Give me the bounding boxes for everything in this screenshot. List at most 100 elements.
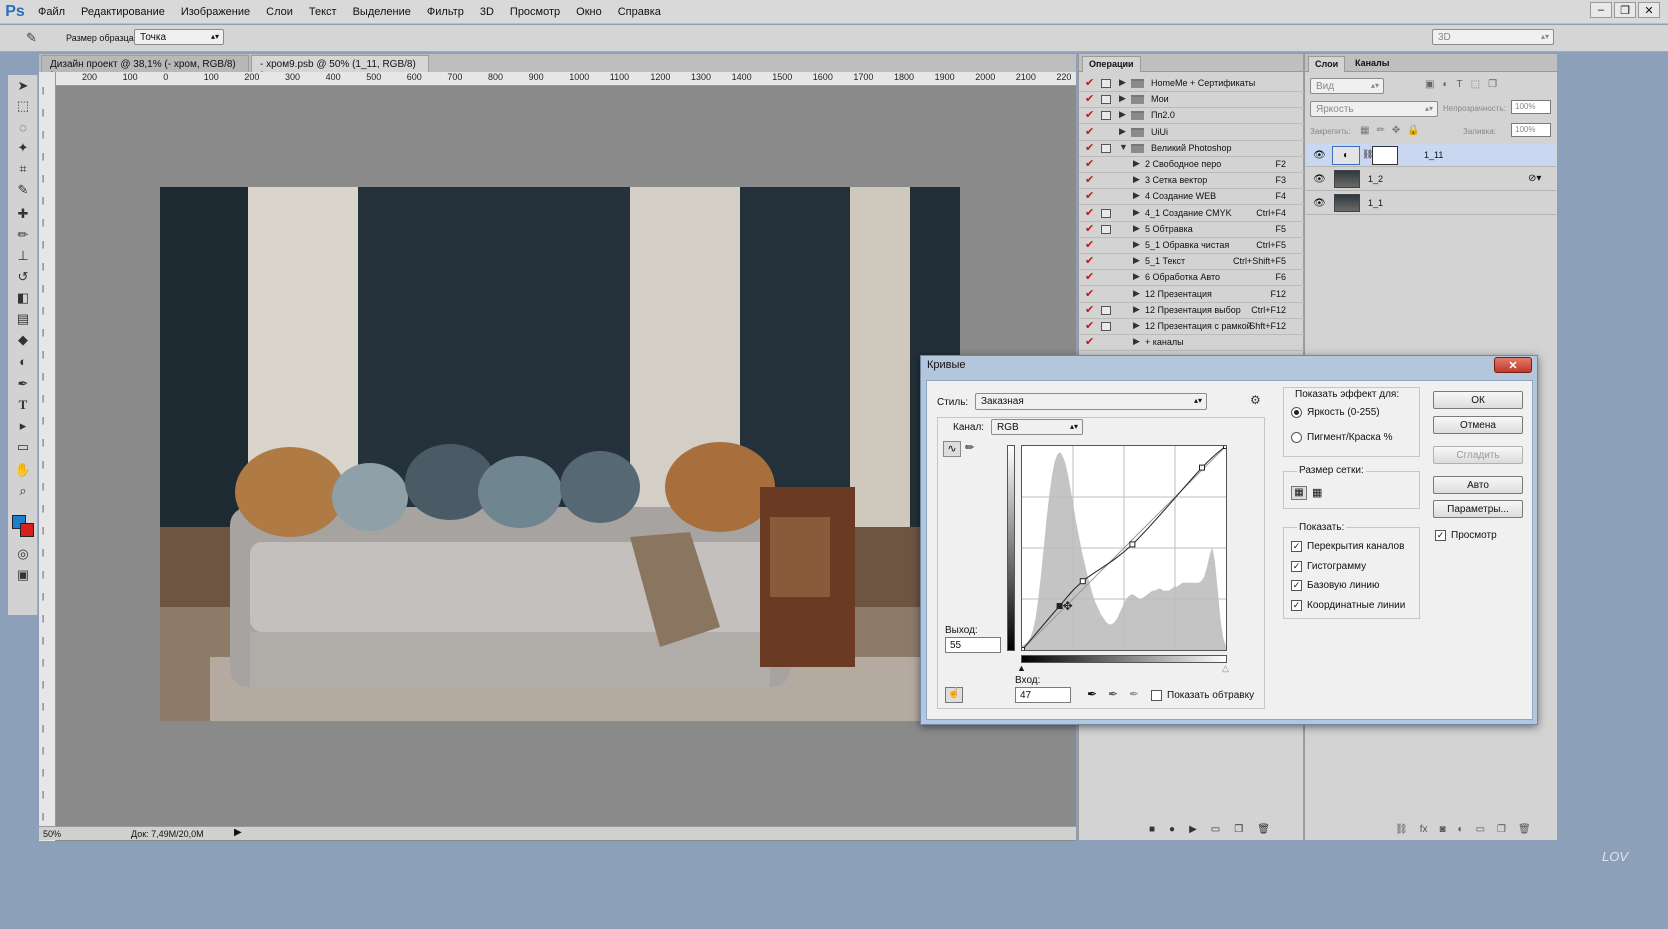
record-icon[interactable]: ● xyxy=(1169,824,1175,835)
eyedropper-tool-icon[interactable]: ✎ xyxy=(26,30,37,46)
expand-triangle-icon[interactable]: ▼ xyxy=(1119,142,1128,152)
menu-item[interactable]: Файл xyxy=(30,6,73,18)
black-point-slider[interactable]: ▲ xyxy=(1017,663,1026,673)
close-window-button[interactable]: ✕ xyxy=(1638,2,1660,18)
action-row[interactable]: ✔ ▶ 6 Обработка Авто F6 xyxy=(1079,270,1304,287)
cancel-button[interactable]: Отмена xyxy=(1433,416,1523,434)
play-icon[interactable]: ▶ xyxy=(1189,824,1197,835)
canvas-image[interactable] xyxy=(160,187,960,721)
action-toggle-checkmark-icon[interactable]: ✔ xyxy=(1085,319,1094,332)
quick-mask-icon[interactable]: ◎ xyxy=(13,545,33,563)
options-button[interactable]: Параметры... xyxy=(1433,500,1523,518)
sample-size-select[interactable]: Точка ▴▾ xyxy=(134,29,224,45)
menu-item[interactable]: Текст xyxy=(301,6,345,18)
show-option-checkbox[interactable]: ✓ xyxy=(1291,580,1302,591)
curve-point[interactable] xyxy=(1129,541,1136,548)
new-layer-icon[interactable]: ❐ xyxy=(1497,824,1506,835)
expand-triangle-icon[interactable]: ▶ xyxy=(1133,288,1140,299)
menu-item[interactable]: Выделение xyxy=(345,6,419,18)
action-toggle-checkmark-icon[interactable]: ✔ xyxy=(1085,173,1094,186)
dialog-toggle-icon[interactable] xyxy=(1101,95,1111,105)
link-layers-icon[interactable]: ⛓ xyxy=(1395,824,1408,835)
menu-item[interactable]: Изображение xyxy=(173,6,258,18)
curve-point[interactable] xyxy=(1199,464,1205,471)
auto-button[interactable]: Авто xyxy=(1433,476,1523,494)
pigment-radio[interactable] xyxy=(1291,432,1302,443)
quick-selection-tool-icon[interactable]: ✦ xyxy=(13,139,33,157)
action-toggle-checkmark-icon[interactable]: ✔ xyxy=(1085,270,1094,283)
eye-icon[interactable]: 👁 xyxy=(1313,174,1326,185)
lock-all-icon[interactable]: 🔒 xyxy=(1407,125,1419,136)
smart-filter-icon[interactable]: ❐ xyxy=(1488,79,1497,90)
expand-triangle-icon[interactable]: ▶ xyxy=(1133,174,1140,185)
dodge-tool-icon[interactable]: ◐ xyxy=(13,352,33,370)
dialog-toggle-icon[interactable] xyxy=(1101,111,1111,121)
lock-paint-icon[interactable]: ✏ xyxy=(1376,125,1384,136)
simple-grid-icon[interactable]: ▦ xyxy=(1291,486,1307,500)
show-option-checkbox[interactable]: ✓ xyxy=(1291,599,1302,611)
dialog-toggle-icon[interactable] xyxy=(1101,208,1111,218)
action-row[interactable]: ✔ ▶ UiUi xyxy=(1079,125,1304,141)
action-toggle-checkmark-icon[interactable]: ✔ xyxy=(1085,189,1094,202)
curve-graph[interactable]: ✥ xyxy=(1019,443,1229,653)
action-row[interactable]: ✔ ▶ + каналы xyxy=(1079,335,1304,352)
marquee-tool-icon[interactable]: ⬚ xyxy=(13,97,33,115)
action-row[interactable]: ✔ ▶ HomeMe + Сертификаты xyxy=(1079,76,1304,92)
layer-style-icon[interactable]: fx xyxy=(1420,824,1428,835)
action-toggle-checkmark-icon[interactable]: ✔ xyxy=(1085,76,1094,89)
zoom-level[interactable]: 50% xyxy=(43,829,61,839)
trash-icon[interactable]: 🗑 xyxy=(1257,824,1270,835)
action-row[interactable]: ✔ ▶ 12 Презентация F12 xyxy=(1079,287,1304,303)
type-filter-icon[interactable]: T xyxy=(1457,79,1463,90)
fill-field[interactable]: 100% xyxy=(1511,123,1551,137)
action-toggle-checkmark-icon[interactable]: ✔ xyxy=(1085,335,1094,348)
action-toggle-checkmark-icon[interactable]: ✔ xyxy=(1085,92,1094,105)
path-selection-icon[interactable]: ▸ xyxy=(13,417,33,435)
eyedropper-icon[interactable]: ✎ xyxy=(13,181,33,199)
workspace-select[interactable]: 3D ▴▾ xyxy=(1432,29,1554,45)
action-toggle-checkmark-icon[interactable]: ✔ xyxy=(1085,238,1094,251)
new-adjustment-icon[interactable]: ◐ xyxy=(1458,824,1464,835)
eye-icon[interactable]: 👁 xyxy=(1313,198,1326,209)
expand-triangle-icon[interactable]: ▶ xyxy=(1133,239,1140,250)
new-group-icon[interactable]: ▭ xyxy=(1476,824,1485,835)
action-row[interactable]: ✔ ▶ 3 Сетка вектор F3 xyxy=(1079,173,1304,190)
tab-layers[interactable]: Слои xyxy=(1308,56,1346,72)
curve-svg[interactable]: ✥ xyxy=(1019,443,1229,653)
action-toggle-checkmark-icon[interactable]: ✔ xyxy=(1085,254,1094,267)
action-toggle-checkmark-icon[interactable]: ✔ xyxy=(1085,108,1094,121)
status-arrow-icon[interactable]: ▶ xyxy=(234,827,242,838)
tab-actions[interactable]: Операции xyxy=(1082,56,1141,72)
show-option-checkbox[interactable]: ✓ xyxy=(1291,541,1302,552)
crop-tool-icon[interactable]: ⌗ xyxy=(13,160,33,178)
settings-gear-icon[interactable]: ⚙ xyxy=(1250,393,1261,407)
new-action-icon[interactable]: ❐ xyxy=(1234,824,1243,835)
shape-filter-icon[interactable]: ⬚ xyxy=(1471,79,1480,90)
close-dialog-button[interactable]: ✕ xyxy=(1494,357,1532,373)
action-toggle-checkmark-icon[interactable]: ✔ xyxy=(1085,287,1094,300)
blend-mode-select[interactable]: Яркость ▴▾ xyxy=(1310,101,1438,117)
hand-tool-icon[interactable]: ✋ xyxy=(13,461,33,479)
action-row[interactable]: ✔ ▶ Мои xyxy=(1079,92,1304,109)
action-row[interactable]: ✔ ▶ 2 Свободное перо F2 xyxy=(1079,157,1304,173)
show-clipping-checkbox[interactable] xyxy=(1151,690,1162,701)
expand-triangle-icon[interactable]: ▶ xyxy=(1119,126,1126,137)
blur-tool-icon[interactable]: ◆ xyxy=(13,331,33,349)
action-row[interactable]: ✔ ▶ 4 Создание WEB F4 xyxy=(1079,189,1304,206)
curve-point[interactable] xyxy=(1056,603,1063,609)
screen-mode-icon[interactable]: ▣ xyxy=(13,566,33,584)
restore-button[interactable]: ❐ xyxy=(1614,2,1636,18)
action-row[interactable]: ✔ ▶ Пп2.0 xyxy=(1079,108,1304,125)
dialog-toggle-icon[interactable] xyxy=(1101,79,1111,88)
show-option-checkbox[interactable]: ✓ xyxy=(1291,560,1302,572)
tab-channels[interactable]: Каналы xyxy=(1349,56,1395,72)
action-row[interactable]: ✔ ▶ 12 Презентация выбор Ctrl+F12 xyxy=(1079,303,1304,319)
layer-row[interactable]: 👁 1_1 xyxy=(1306,192,1556,215)
stop-icon[interactable]: ■ xyxy=(1149,824,1155,835)
action-row[interactable]: ✔ ▶ 5_1 Обравка чистая Ctrl+F5 xyxy=(1079,238,1304,254)
doc-tab-design[interactable]: Дизайн проект @ 38,1% (- хром, RGB/8) * xyxy=(41,55,249,81)
black-eyedropper-icon[interactable]: ✒ xyxy=(1087,687,1097,701)
ok-button[interactable]: ОК xyxy=(1433,391,1523,409)
zoom-tool-icon[interactable]: ⌕ xyxy=(13,482,33,500)
doc-tab-chrome[interactable]: - хром9.psb @ 50% (1_11, RGB/8) * xyxy=(251,55,429,81)
